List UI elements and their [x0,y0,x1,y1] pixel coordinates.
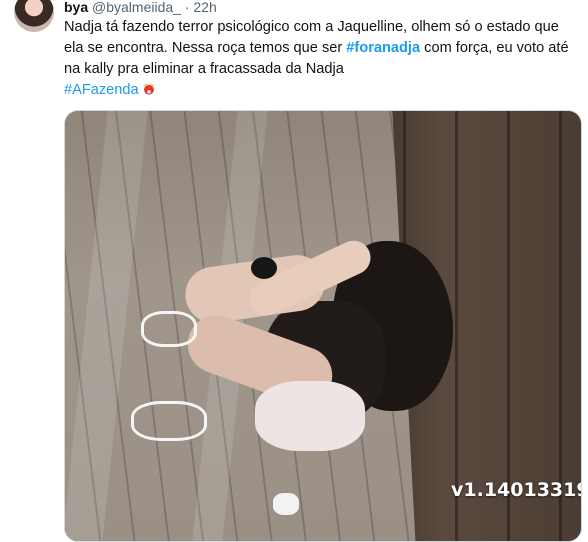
author-handle[interactable]: @byalmeiida_ [92,0,181,15]
tweet-timestamp[interactable]: 22h [193,0,216,15]
author-name[interactable]: bya [64,0,88,15]
bull-emoji-icon [143,83,155,95]
tweet-text: Nadja tá fazendo terror psicológico com … [64,17,580,101]
tissue-paper [273,493,299,515]
video-watermark: v1.14013319 [451,479,582,501]
tweet-header: bya @byalmeiida_ · 22h [64,0,217,14]
separator-dot: · [184,0,190,15]
sandal [131,401,207,441]
black-cup [251,257,277,279]
tweet-media-image[interactable]: v1.14013319 [64,110,582,542]
person-shorts [255,381,365,451]
author-avatar[interactable] [14,0,54,32]
hashtag-foranadja-link[interactable]: #foranadja [346,40,420,56]
sandal [141,311,197,347]
hashtag-afazenda-link[interactable]: #AFazenda [64,82,139,98]
